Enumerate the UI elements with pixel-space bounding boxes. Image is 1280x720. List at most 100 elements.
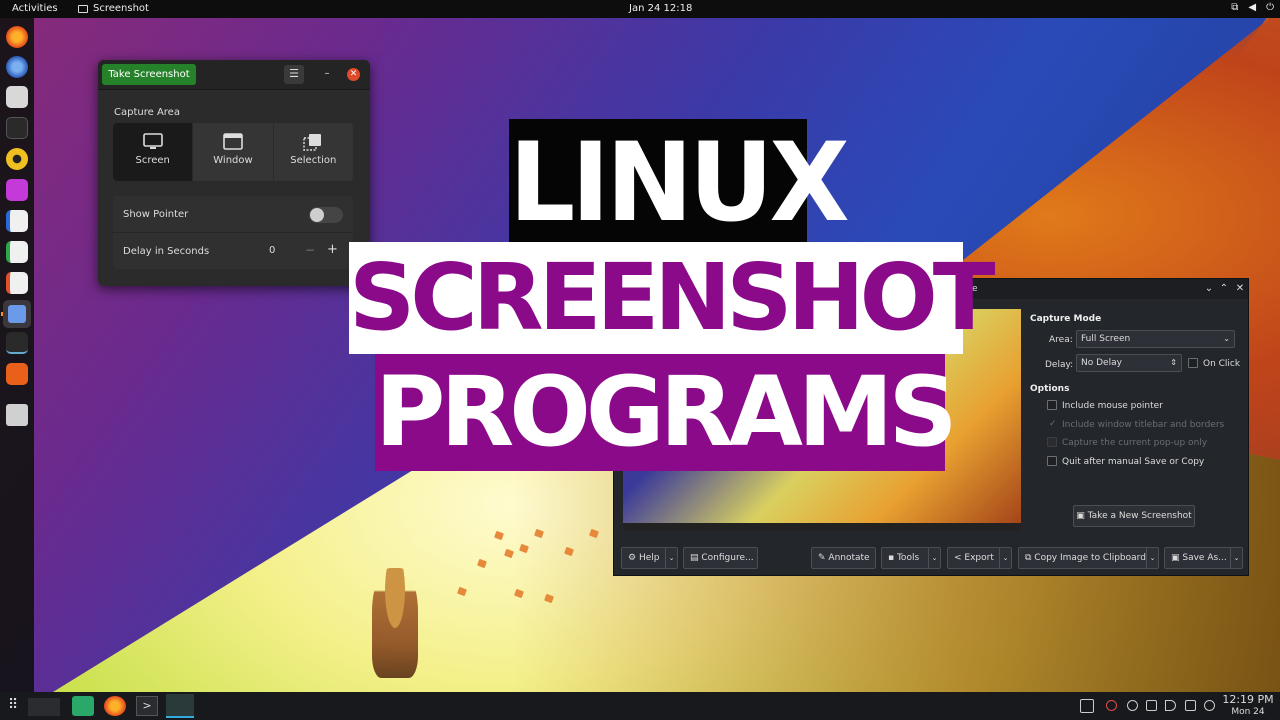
show-pointer-row: Show Pointer	[113, 196, 353, 232]
share-icon: <	[954, 553, 965, 563]
clipboard-icon[interactable]	[1146, 700, 1157, 711]
include-pointer-checkbox[interactable]	[1047, 400, 1057, 410]
on-click-checkbox[interactable]	[1188, 358, 1198, 368]
show-desktop-icon[interactable]	[1080, 699, 1094, 713]
mode-screen-button[interactable]: Screen	[113, 123, 194, 181]
spectacle-task-icon[interactable]	[166, 694, 194, 718]
chevron-down-icon: ⌄	[999, 548, 1011, 568]
capture-mode-heading: Capture Mode	[1030, 314, 1102, 324]
spin-arrows-icon: ⇕	[1170, 358, 1177, 367]
quit-after-save-checkbox[interactable]	[1047, 456, 1057, 466]
checkmark-icon: ✓	[1049, 419, 1057, 429]
firefox-icon[interactable]	[104, 696, 126, 716]
calc-icon[interactable]	[6, 241, 28, 263]
configure-icon: ▤	[690, 553, 702, 563]
activities-button[interactable]: Activities	[12, 3, 58, 14]
chevron-down-icon: ⌄	[665, 548, 677, 568]
delay-spinbox: 0 − +	[263, 241, 345, 261]
chevron-down-icon: ⌄	[1223, 334, 1230, 343]
help-button[interactable]: ⚙ Help ⌄	[621, 547, 678, 569]
copy-to-clipboard-button[interactable]: ⧉ Copy Image to Clipboard ⌄	[1018, 547, 1159, 569]
system-tray[interactable]: ⧉ ◀ ⏻	[1231, 2, 1274, 13]
show-pointer-toggle[interactable]	[309, 207, 343, 223]
video-player-icon[interactable]	[6, 179, 28, 201]
gnome-screenshot-window: Take Screenshot ☰ – ✕ Capture Area Scree…	[98, 60, 370, 286]
expand-tray-icon[interactable]	[1204, 700, 1215, 711]
network-icon: ⧉	[1231, 2, 1239, 13]
take-new-screenshot-button[interactable]: ▣ Take a New Screenshot	[1073, 505, 1195, 527]
configure-button[interactable]: ▤ Configure...	[683, 547, 758, 569]
area-label: Area:	[1049, 335, 1073, 345]
options-list: Show Pointer Delay in Seconds 0 − +	[113, 196, 353, 269]
popup-only-checkbox	[1047, 437, 1057, 447]
copy-icon: ⧉	[1025, 553, 1035, 563]
close-icon[interactable]: ✕	[347, 68, 360, 81]
record-icon[interactable]	[1106, 700, 1117, 711]
network-icon[interactable]	[1185, 700, 1196, 711]
export-button[interactable]: < Export ⌄	[947, 547, 1012, 569]
options-heading: Options	[1030, 384, 1070, 394]
decrement-button[interactable]: −	[305, 243, 315, 257]
on-click-label: On Click	[1203, 359, 1241, 369]
selection-icon	[303, 134, 322, 151]
delay-spinbox-value: No Delay	[1081, 358, 1122, 368]
option-label: Quit after manual Save or Copy	[1062, 457, 1205, 467]
software-center-icon[interactable]	[6, 363, 28, 385]
delay-spinbox[interactable]: No Delay ⇕	[1076, 354, 1182, 372]
terminal-icon[interactable]	[6, 117, 28, 139]
top-bar-clock[interactable]: Jan 24 12:18	[629, 3, 692, 14]
mode-label: Window	[213, 155, 253, 166]
rhythmbox-icon[interactable]	[6, 148, 28, 170]
app-launcher-icon[interactable]: ⠿	[8, 697, 30, 717]
delay-label: Delay in Seconds	[123, 246, 210, 257]
trash-icon[interactable]	[6, 404, 28, 426]
impress-icon[interactable]	[6, 272, 28, 294]
pencil-icon: ✎	[818, 553, 829, 563]
mode-label: Screen	[135, 155, 170, 166]
panel-clock[interactable]: 12:19 PM Mon 24	[1221, 694, 1275, 718]
chevron-up-icon[interactable]: ⌃	[1217, 282, 1231, 296]
chevron-down-icon: ⌄	[1230, 548, 1242, 568]
close-icon[interactable]: ✕	[1233, 282, 1247, 296]
area-select[interactable]: Full Screen ⌄	[1076, 330, 1235, 348]
screenshot-app-icon[interactable]	[3, 300, 31, 328]
delay-row: Delay in Seconds 0 − +	[113, 233, 353, 269]
delay-input[interactable]: 0	[269, 245, 275, 256]
mode-label: Selection	[290, 155, 337, 166]
virtual-desktop-pager[interactable]	[28, 698, 60, 716]
system-monitor-icon[interactable]	[6, 332, 28, 354]
copy-to-clipboard-label: Copy Image to Clipboard	[1034, 553, 1146, 563]
firefox-icon[interactable]	[6, 26, 28, 48]
vault-icon[interactable]	[1127, 700, 1138, 711]
hamburger-menu-icon[interactable]: ☰	[284, 65, 304, 84]
annotate-label: Annotate	[828, 553, 870, 563]
writer-icon[interactable]	[6, 210, 28, 232]
window-icon	[223, 133, 243, 150]
volume-icon[interactable]	[1165, 700, 1176, 711]
increment-button[interactable]: +	[327, 242, 338, 257]
panel-time: 12:19 PM	[1222, 693, 1274, 706]
bottom-panel: ⠿ > 12:19 PM Mon 24	[0, 692, 1280, 720]
annotate-button[interactable]: ✎ Annotate	[811, 547, 876, 569]
preview-taskbar	[623, 523, 1021, 531]
files-icon[interactable]	[6, 86, 28, 108]
mode-selection-button[interactable]: Selection	[274, 123, 353, 181]
save-as-button[interactable]: ▣ Save As... ⌄	[1164, 547, 1243, 569]
gnome-screenshot-titlebar: Take Screenshot ☰ – ✕	[98, 60, 370, 90]
chevron-down-icon: ⌄	[928, 548, 940, 568]
tools-label: Tools	[896, 553, 920, 563]
title-line-linux: LINUX	[509, 117, 850, 247]
konsole-icon[interactable]: >	[136, 696, 158, 716]
take-screenshot-button[interactable]: Take Screenshot	[102, 64, 196, 85]
app-menu[interactable]: Screenshot	[78, 3, 149, 14]
mode-window-button[interactable]: Window	[193, 123, 274, 181]
dolphin-icon[interactable]	[72, 696, 94, 716]
export-label: Export	[964, 553, 994, 563]
title-line-programs: PROGRAMS	[375, 354, 958, 471]
minimize-icon[interactable]: –	[320, 65, 334, 83]
chevron-down-icon[interactable]: ⌄	[1202, 282, 1216, 296]
tools-button[interactable]: ▪ Tools ⌄	[881, 547, 941, 569]
thunderbird-icon[interactable]	[6, 56, 28, 78]
option-label: Include mouse pointer	[1062, 401, 1163, 411]
save-as-label: Save As...	[1182, 553, 1227, 563]
